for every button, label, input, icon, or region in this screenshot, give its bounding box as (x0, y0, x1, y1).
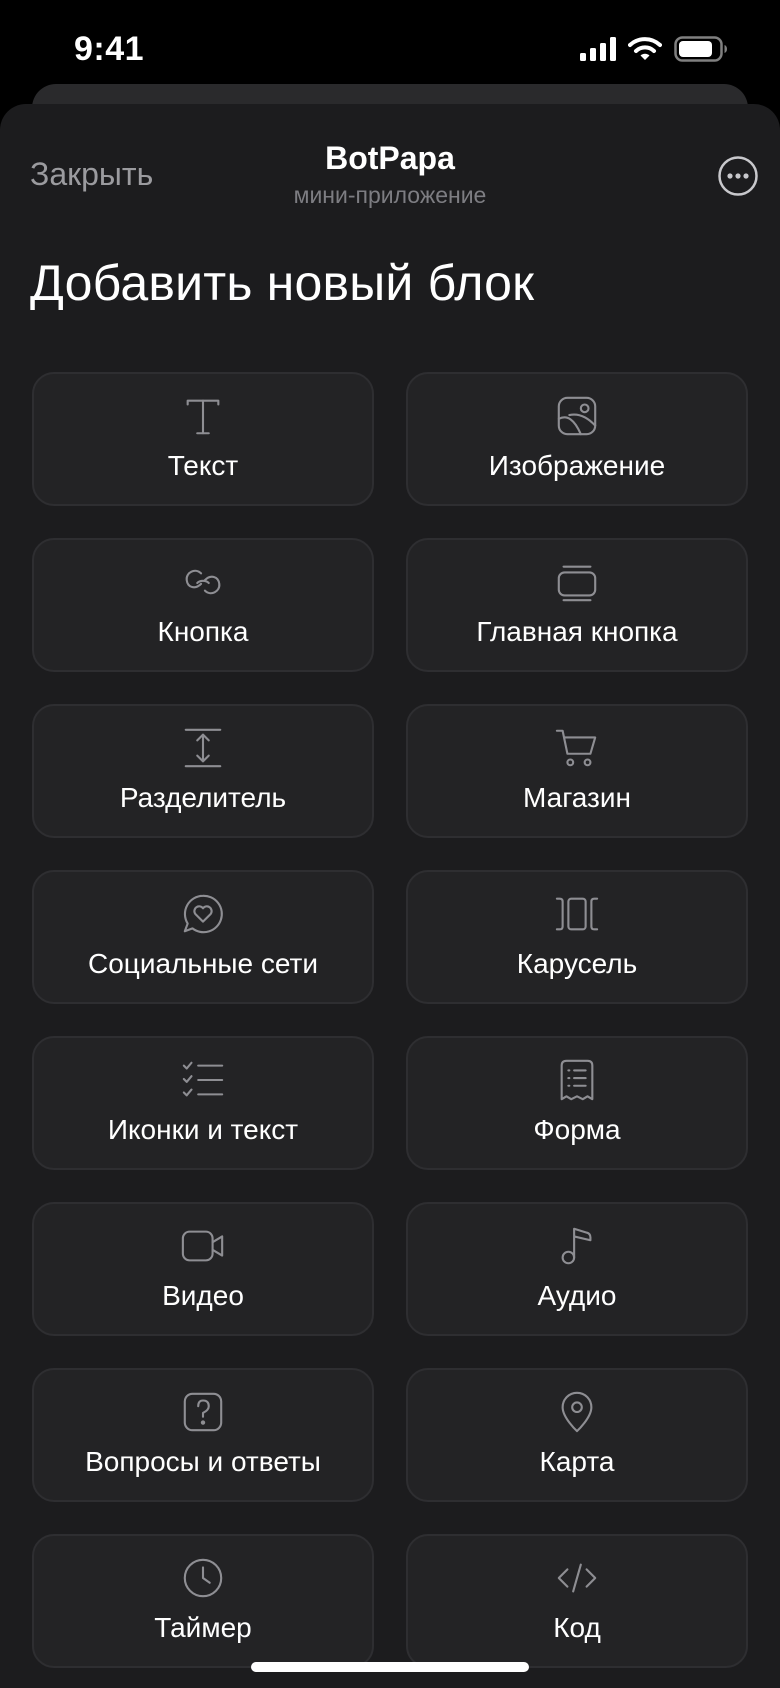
sheet-header: Закрыть BotPapa мини-приложение (0, 104, 780, 244)
more-options-icon[interactable] (718, 156, 758, 196)
block-label: Разделитель (119, 782, 287, 813)
block-label: Социальные сети (87, 948, 318, 979)
map-pin-icon (553, 1388, 601, 1436)
cellular-signal-icon (580, 37, 616, 61)
block-label: Карта (539, 1446, 615, 1477)
code-icon (553, 1554, 601, 1602)
checklist-icon (179, 1056, 227, 1104)
block-label: Кнопка (157, 616, 249, 647)
form-icon (553, 1056, 601, 1104)
block-tile-faq[interactable]: Вопросы и ответы (32, 1368, 374, 1502)
block-grid: Текст Изображение Кнопка Главная кнопка (32, 372, 748, 1668)
chat-heart-icon (179, 890, 227, 938)
block-label: Аудио (537, 1280, 617, 1311)
block-label: Форма (533, 1114, 621, 1145)
main-button-icon (553, 558, 601, 606)
block-tile-map[interactable]: Карта (406, 1368, 748, 1502)
block-label: Вопросы и ответы (85, 1446, 321, 1477)
block-label: Изображение (488, 450, 666, 481)
music-note-icon (553, 1222, 601, 1270)
block-tile-text[interactable]: Текст (32, 372, 374, 506)
battery-icon (674, 36, 727, 62)
wifi-icon (628, 37, 662, 60)
block-tile-video[interactable]: Видео (32, 1202, 374, 1336)
divider-icon (179, 724, 227, 772)
page-title: Добавить новый блок (30, 255, 535, 311)
block-label: Карусель (516, 948, 638, 979)
image-icon (553, 392, 601, 440)
block-label: Код (553, 1612, 601, 1643)
block-label: Главная кнопка (476, 616, 678, 647)
block-label: Магазин (522, 782, 631, 813)
app-subtitle: мини-приложение (293, 182, 487, 208)
block-label: Таймер (154, 1612, 252, 1643)
status-time: 9:41 (74, 30, 145, 68)
block-tile-carousel[interactable]: Карусель (406, 870, 748, 1004)
block-tile-icons-text[interactable]: Иконки и текст (32, 1036, 374, 1170)
question-icon (179, 1388, 227, 1436)
block-tile-audio[interactable]: Аудио (406, 1202, 748, 1336)
home-indicator (251, 1662, 529, 1672)
cart-icon (553, 724, 601, 772)
block-tile-divider[interactable]: Разделитель (32, 704, 374, 838)
video-icon (179, 1222, 227, 1270)
block-tile-shop[interactable]: Магазин (406, 704, 748, 838)
block-tile-image[interactable]: Изображение (406, 372, 748, 506)
block-label: Иконки и текст (107, 1114, 299, 1145)
clock-icon (179, 1554, 227, 1602)
block-tile-main-button[interactable]: Главная кнопка (406, 538, 748, 672)
block-label: Видео (162, 1280, 244, 1311)
carousel-icon (553, 890, 601, 938)
status-icons (580, 36, 728, 62)
block-tile-code[interactable]: Код (406, 1534, 748, 1668)
screen: 9:41 Закрыть BotPapa мини-приложение Доб… (0, 0, 780, 1688)
block-tile-social[interactable]: Социальные сети (32, 870, 374, 1004)
block-tile-form[interactable]: Форма (406, 1036, 748, 1170)
block-label: Текст (167, 450, 239, 481)
text-icon (179, 392, 227, 440)
block-tile-timer[interactable]: Таймер (32, 1534, 374, 1668)
app-title: BotPapa (325, 140, 455, 176)
block-tile-button[interactable]: Кнопка (32, 538, 374, 672)
mini-app-sheet: Закрыть BotPapa мини-приложение Добавить… (0, 104, 780, 1688)
link-icon (179, 558, 227, 606)
